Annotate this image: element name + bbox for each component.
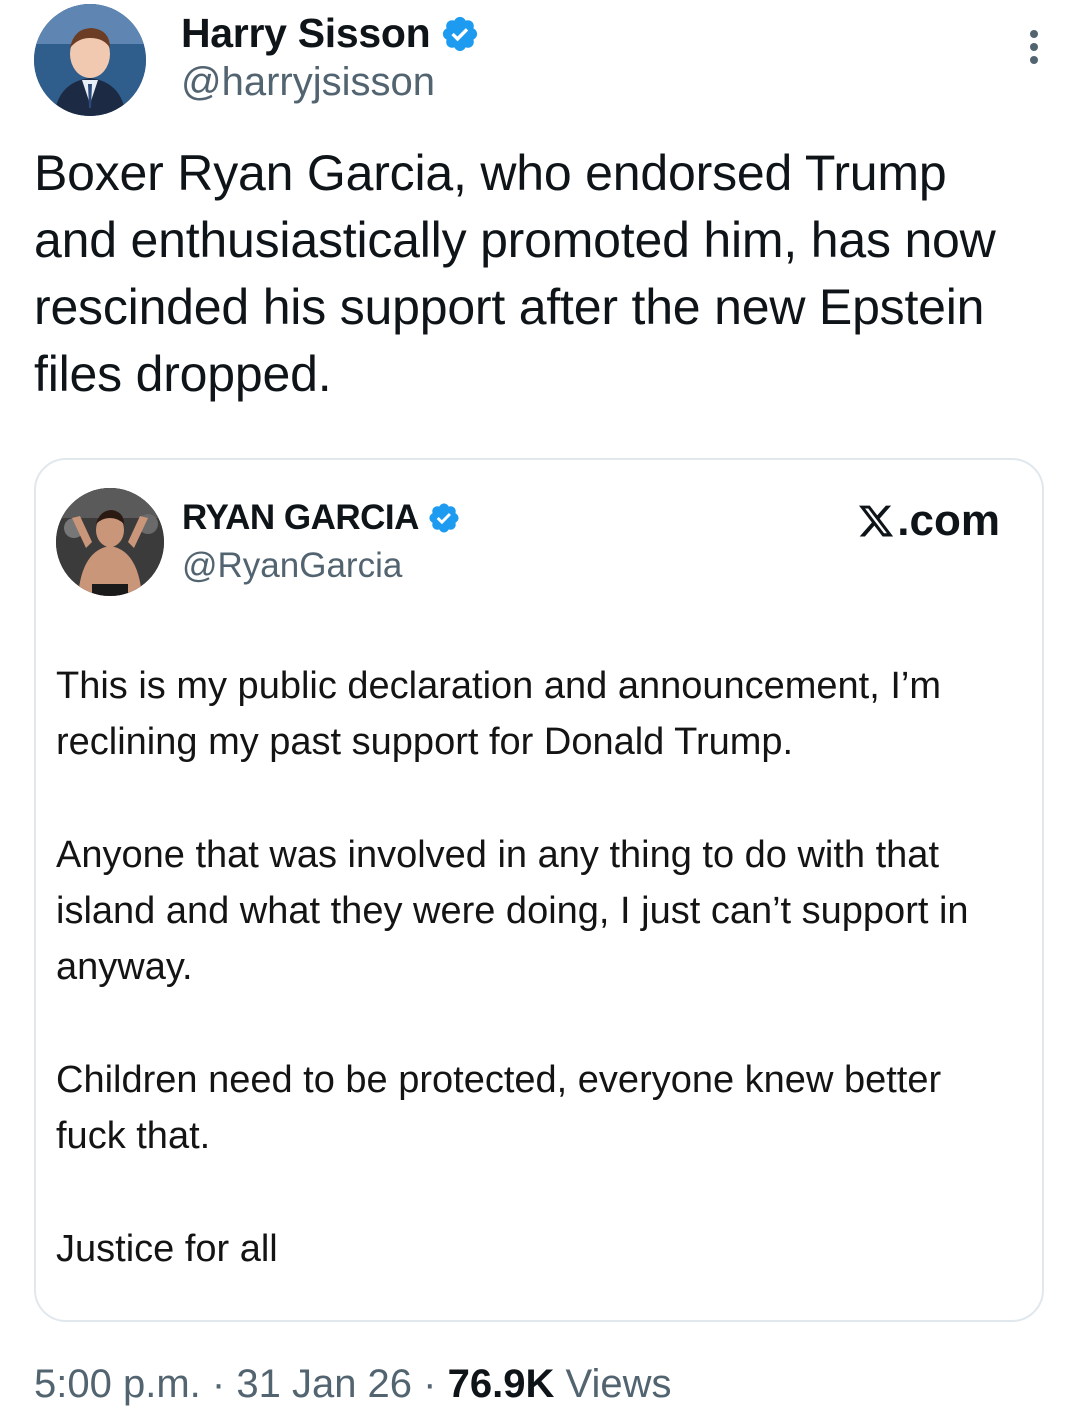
tweet-time[interactable]: 5:00 p.m. [34, 1362, 201, 1406]
quoted-paragraph: Anyone that was involved in any thing to… [56, 834, 969, 988]
views-count[interactable]: 76.9K [448, 1362, 555, 1406]
source-label: .com [857, 496, 1000, 546]
tweet-header: Harry Sisson @harryjsisson [34, 4, 1046, 118]
meta-separator: · [211, 1362, 226, 1406]
more-options-icon[interactable] [1028, 30, 1040, 70]
verified-badge-icon [443, 16, 478, 51]
source-domain: .com [897, 496, 1000, 545]
verified-badge-icon [429, 503, 459, 533]
tweet-date[interactable]: 31 Jan 26 [236, 1362, 412, 1406]
views-label: Views [565, 1362, 672, 1406]
quoted-paragraph: This is my public declaration and announ… [56, 665, 942, 763]
quoted-paragraph: Justice for all [56, 1228, 278, 1270]
author-display-name[interactable]: Harry Sisson [181, 10, 431, 57]
quoted-tweet-body: This is my public declaration and announ… [56, 658, 1016, 1277]
meta-separator: · [423, 1362, 437, 1406]
quoted-tweet-card[interactable]: RYAN GARCIA @RyanGarcia .com This is my … [34, 458, 1044, 1322]
author-handle[interactable]: @harryjsisson [181, 60, 435, 105]
tweet-text: Boxer Ryan Garcia, who endorsed Trump an… [34, 145, 996, 402]
quoted-display-name[interactable]: RYAN GARCIA [182, 498, 419, 538]
author-avatar[interactable] [34, 4, 146, 116]
quoted-paragraph: Children need to be protected, everyone … [56, 1059, 942, 1157]
x-logo-icon [859, 505, 894, 537]
quoted-handle[interactable]: @RyanGarcia [182, 546, 402, 586]
tweet-meta: 5:00 p.m. · 31 Jan 26 · 76.9K Views [34, 1362, 671, 1407]
quoted-author-avatar[interactable] [56, 488, 164, 596]
quoted-name-row: RYAN GARCIA [182, 498, 461, 538]
author-name-row: Harry Sisson [181, 10, 480, 57]
